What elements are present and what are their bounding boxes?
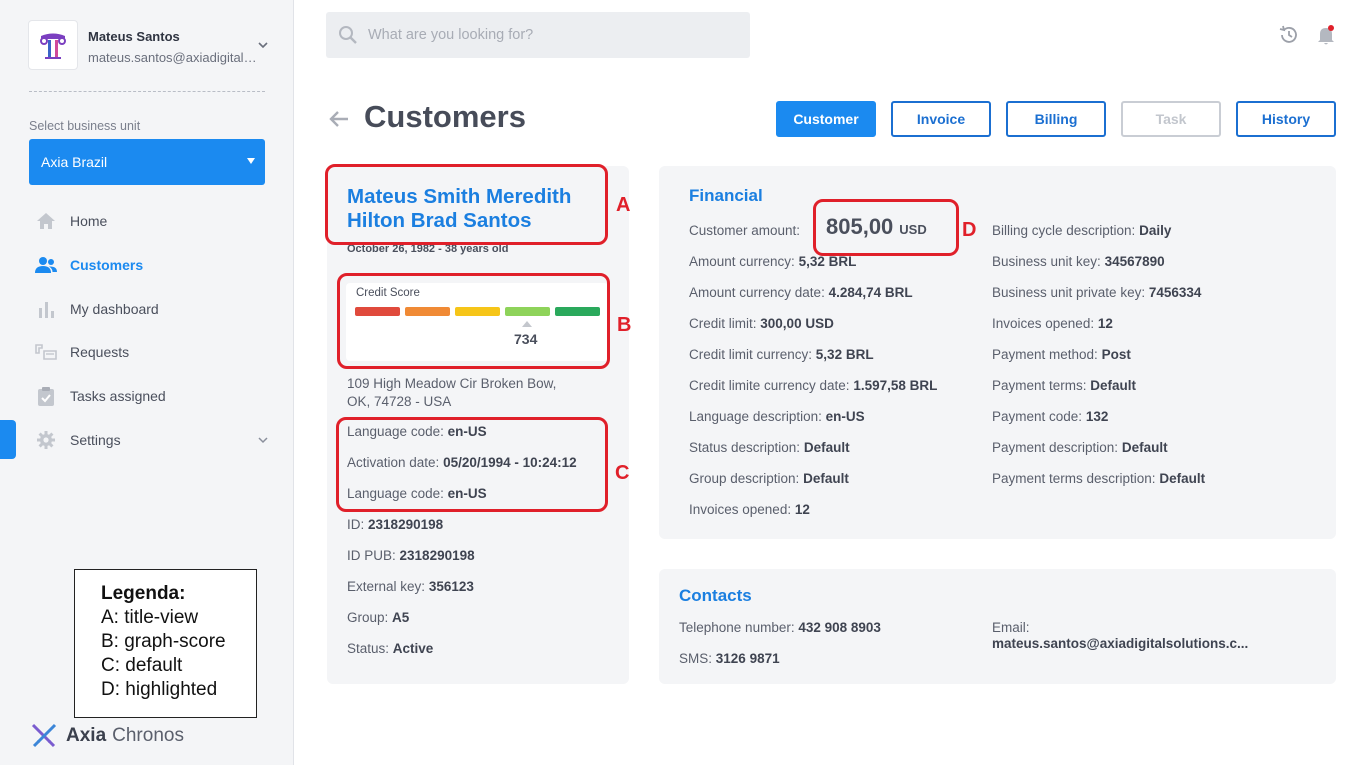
- sidebar-item-label: Settings: [70, 432, 121, 448]
- customer-amount-label: Customer amount:: [689, 223, 801, 238]
- fin-payment-description: Payment description: Default: [992, 440, 1168, 455]
- legend-item: B: graph-score: [101, 631, 226, 652]
- chevron-down-icon[interactable]: [258, 436, 268, 444]
- gear-icon: [34, 430, 58, 450]
- annotation-label-c: C: [615, 462, 630, 484]
- search-icon: [339, 26, 357, 44]
- contact-telephone: Telephone number: 432 908 8903: [679, 620, 881, 635]
- search-bar[interactable]: [326, 12, 750, 58]
- fin-credit-limit-currency-date: Credit limite currency date: 1.597,58 BR…: [689, 378, 938, 393]
- legend-item: A: title-view: [101, 607, 199, 628]
- divider: [29, 91, 265, 92]
- requests-icon: [34, 342, 58, 362]
- fin-credit-limit: Credit limit: 300,00 USD: [689, 316, 834, 331]
- fin-credit-limit-currency: Credit limit currency: 5,32 BRL: [689, 347, 874, 362]
- sidebar: Mateus Santos mateus.santos@axiadigitals…: [0, 0, 294, 765]
- fin-invoices-opened: Invoices opened: 12: [992, 316, 1113, 331]
- notification-bell-icon[interactable]: [1316, 24, 1336, 46]
- sidebar-item-home[interactable]: Home: [34, 208, 274, 234]
- sidebar-item-customers[interactable]: Customers: [34, 252, 274, 278]
- users-icon: [34, 255, 58, 275]
- tab-billing[interactable]: Billing: [1006, 101, 1106, 137]
- business-unit-value: Axia Brazil: [41, 154, 108, 170]
- address-line: 109 High Meadow Cir Broken Bow,: [347, 376, 557, 391]
- legend-box: Legenda: A: title-view B: graph-score C:…: [74, 569, 257, 718]
- annotation-label-d: D: [962, 219, 977, 241]
- contact-sms: SMS: 3126 9871: [679, 651, 780, 666]
- back-arrow-icon[interactable]: [328, 108, 350, 130]
- search-input[interactable]: [368, 12, 738, 58]
- chevron-down-icon[interactable]: [258, 40, 268, 50]
- sidebar-item-settings[interactable]: Settings: [34, 427, 274, 453]
- tab-task[interactable]: Task: [1121, 101, 1221, 137]
- page-title: Customers: [364, 99, 526, 134]
- sidebar-item-label: Home: [70, 213, 108, 229]
- detail-id: ID: 2318290198: [347, 517, 444, 532]
- sidebar-item-my-dashboard[interactable]: My dashboard: [34, 296, 274, 322]
- fin-payment-terms: Payment terms: Default: [992, 378, 1137, 393]
- financial-title: Financial: [689, 186, 763, 205]
- caret-down-icon: [247, 158, 255, 164]
- annotation-box-c: [336, 417, 608, 512]
- history-icon[interactable]: [1278, 24, 1300, 46]
- user-profile-card[interactable]: Mateus Santos mateus.santos@axiadigitals…: [28, 20, 274, 72]
- fin-invoices-opened: Invoices opened: 12: [689, 502, 810, 517]
- contact-email-value[interactable]: mateus.santos@axiadigitalsolutions.c...: [992, 636, 1248, 651]
- sidebar-item-tasks-assigned[interactable]: Tasks assigned: [34, 383, 274, 409]
- annotation-box-a: [325, 164, 608, 245]
- fin-amount-currency: Amount currency: 5,32 BRL: [689, 254, 857, 269]
- brand-name-bold: Axia: [66, 725, 107, 746]
- fin-business-unit-private-key: Business unit private key: 7456334: [992, 285, 1202, 300]
- fin-payment-terms-description: Payment terms description: Default: [992, 471, 1206, 486]
- detail-id-pub: ID PUB: 2318290198: [347, 548, 475, 563]
- fin-payment-code: Payment code: 132: [992, 409, 1109, 424]
- annotation-label-a: A: [616, 194, 631, 216]
- tab-customer[interactable]: Customer: [776, 101, 876, 137]
- detail-group: Group: A5: [347, 610, 410, 625]
- detail-status: Status: Active: [347, 641, 434, 656]
- user-email: mateus.santos@axiadigitalsolutions.com: [88, 50, 258, 65]
- active-indicator: [0, 420, 16, 459]
- brand-name: Chronos: [112, 725, 184, 746]
- brand-logo: Axia Chronos: [30, 722, 184, 750]
- user-name: Mateus Santos: [88, 29, 180, 44]
- tab-invoice[interactable]: Invoice: [891, 101, 991, 137]
- fin-status-description: Status description: Default: [689, 440, 850, 455]
- annotation-label-b: B: [617, 314, 632, 336]
- crossed-swords-icon: [31, 723, 57, 748]
- fin-amount-currency-date: Amount currency date: 4.284,74 BRL: [689, 285, 913, 300]
- sidebar-item-requests[interactable]: Requests: [34, 339, 274, 365]
- fin-language-description: Language description: en-US: [689, 409, 865, 424]
- customer-address: 109 High Meadow Cir Broken Bow, OK, 7472…: [347, 375, 607, 411]
- address-line: OK, 74728 - USA: [347, 394, 452, 409]
- company-logo: [28, 20, 78, 70]
- clipboard-check-icon: [34, 386, 58, 406]
- fin-group-description: Group description: Default: [689, 471, 849, 486]
- annotation-box-d: [813, 199, 959, 256]
- fin-payment-method: Payment method: Post: [992, 347, 1131, 362]
- home-icon: [34, 211, 58, 231]
- fin-business-unit-key: Business unit key: 34567890: [992, 254, 1165, 269]
- legend-item: C: default: [101, 655, 183, 676]
- legend-item: D: highlighted: [101, 679, 218, 700]
- contact-email-label: Email:: [992, 620, 1030, 635]
- sidebar-item-label: Requests: [70, 344, 130, 360]
- business-unit-select[interactable]: Axia Brazil: [29, 139, 265, 185]
- sidebar-item-label: My dashboard: [70, 301, 159, 317]
- bar-chart-icon: [34, 299, 58, 319]
- annotation-box-b: [337, 273, 610, 369]
- sidebar-item-label: Tasks assigned: [70, 388, 166, 404]
- sidebar-item-label: Customers: [70, 257, 144, 273]
- fin-billing-cycle: Billing cycle description: Daily: [992, 223, 1172, 238]
- detail-external-key: External key: 356123: [347, 579, 474, 594]
- legend-title: Legenda:: [101, 583, 186, 604]
- tab-history[interactable]: History: [1236, 101, 1336, 137]
- contacts-title: Contacts: [679, 586, 752, 605]
- business-unit-label: Select business unit: [29, 119, 141, 133]
